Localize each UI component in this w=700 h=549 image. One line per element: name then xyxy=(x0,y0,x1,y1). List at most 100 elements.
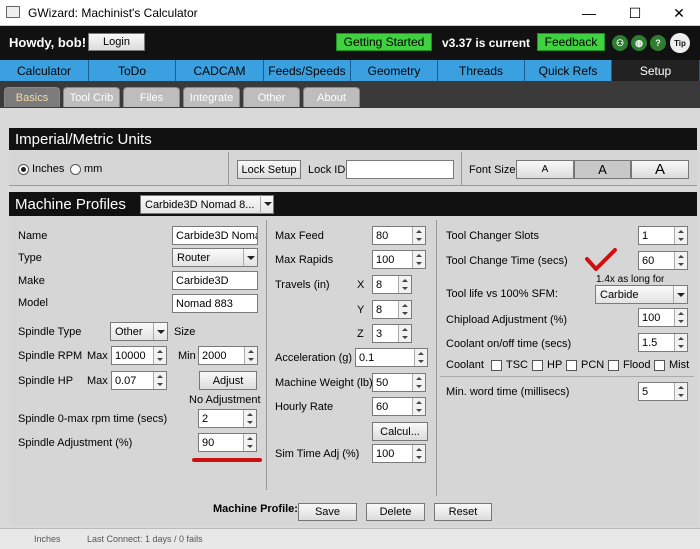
header-bar: Howdy, bob! Login Getting Started v3.37 … xyxy=(0,26,700,60)
tab-setup[interactable]: Setup xyxy=(612,60,700,81)
lock-id-input[interactable] xyxy=(346,160,454,179)
font-large-button[interactable]: A xyxy=(631,160,689,179)
subtab-basics[interactable]: Basics xyxy=(4,87,60,107)
hourly-rate-input[interactable]: 60 xyxy=(372,397,426,416)
spinner-arrows-icon[interactable] xyxy=(243,434,256,451)
make-input[interactable]: Carbide3D xyxy=(172,271,258,290)
name-label: Name xyxy=(18,230,48,242)
title-bar: GWizard: Machinist's Calculator — ☐ ✕ xyxy=(0,0,700,26)
chipload-input[interactable]: 100 xyxy=(638,308,688,327)
login-button[interactable]: Login xyxy=(88,33,145,51)
spindle-type-select[interactable]: Other xyxy=(110,322,168,341)
subtab-other[interactable]: Other xyxy=(243,87,300,107)
inches-label: Inches xyxy=(32,163,65,175)
spinner-arrows-icon[interactable] xyxy=(243,410,256,427)
tab-geometry[interactable]: Geometry xyxy=(351,60,438,81)
travel-y-input[interactable]: 8 xyxy=(372,300,412,319)
coolant-flood-checkbox[interactable] xyxy=(608,360,619,371)
type-select[interactable]: Router xyxy=(172,248,258,267)
globe-icon[interactable]: ◍ xyxy=(631,35,647,51)
spindle-adj-input[interactable]: 90 xyxy=(198,433,257,452)
mm-radio[interactable] xyxy=(70,164,81,175)
model-input[interactable]: Nomad 883 xyxy=(172,294,258,313)
help-icon[interactable]: ? xyxy=(650,35,666,51)
feedback-button[interactable]: Feedback xyxy=(537,33,605,51)
adjust-button[interactable]: Adjust xyxy=(199,371,257,390)
max-rapids-input[interactable]: 100 xyxy=(372,250,426,269)
hp-max-value: 0.07 xyxy=(115,374,137,387)
tab-threads[interactable]: Threads xyxy=(438,60,525,81)
coolant-pcn-label: PCN xyxy=(581,359,605,371)
rpm-min-input[interactable]: 2000 xyxy=(198,346,258,365)
subtab-tool-crib[interactable]: Tool Crib xyxy=(63,87,120,107)
tip-icon[interactable]: Tip xyxy=(670,33,690,53)
spinner-arrows-icon[interactable] xyxy=(674,227,687,244)
coolant-tsc-checkbox[interactable] xyxy=(491,360,502,371)
font-small-button[interactable]: A xyxy=(516,160,574,179)
sim-time-input[interactable]: 100 xyxy=(372,444,426,463)
spinner-arrows-icon[interactable] xyxy=(398,276,411,293)
tab-todo[interactable]: ToDo xyxy=(89,60,176,81)
calculate-button[interactable]: Calcul... xyxy=(372,422,428,441)
machine-weight-value: 50 xyxy=(376,376,389,389)
profile-select[interactable]: Carbide3D Nomad 8... xyxy=(140,195,274,214)
min-word-input[interactable]: 5 xyxy=(638,382,688,401)
spinner-arrows-icon[interactable] xyxy=(412,374,425,391)
rpm-max-input[interactable]: 10000 xyxy=(111,346,167,365)
minimize-button[interactable]: — xyxy=(566,0,612,26)
machine-weight-input[interactable]: 50 xyxy=(372,373,426,392)
subtab-integrate[interactable]: Integrate xyxy=(183,87,240,107)
acceleration-input[interactable]: 0.1 xyxy=(355,348,428,367)
spinner-arrows-icon[interactable] xyxy=(153,372,166,389)
spinner-arrows-icon[interactable] xyxy=(412,398,425,415)
spinner-arrows-icon[interactable] xyxy=(412,445,425,462)
max-feed-input[interactable]: 80 xyxy=(372,226,426,245)
hp-max-input[interactable]: 0.07 xyxy=(111,371,167,390)
subtab-about[interactable]: About xyxy=(303,87,360,107)
hourly-rate-value: 60 xyxy=(376,400,389,413)
getting-started-button[interactable]: Getting Started xyxy=(336,33,432,51)
spinner-arrows-icon[interactable] xyxy=(674,383,687,400)
save-button[interactable]: Save xyxy=(298,503,357,521)
tab-quick-refs[interactable]: Quick Refs xyxy=(525,60,612,81)
rpm-min-label: Min xyxy=(178,350,196,362)
spinner-arrows-icon[interactable] xyxy=(412,227,425,244)
lock-setup-button[interactable]: Lock Setup xyxy=(237,160,301,179)
spinner-arrows-icon[interactable] xyxy=(398,301,411,318)
travel-z-input[interactable]: 3 xyxy=(372,324,412,343)
chipload-label: Chipload Adjustment (%) xyxy=(446,314,568,326)
status-bar: Inches Last Connect: 1 days / 0 fails xyxy=(0,528,700,549)
spindle-time-input[interactable]: 2 xyxy=(198,409,257,428)
travel-x-input[interactable]: 8 xyxy=(372,275,412,294)
tab-cadcam[interactable]: CADCAM xyxy=(176,60,264,81)
inches-radio[interactable] xyxy=(18,164,29,175)
tab-calculator[interactable]: Calculator xyxy=(0,60,89,81)
coolant-time-input[interactable]: 1.5 xyxy=(638,333,688,352)
coolant-pcn-checkbox[interactable] xyxy=(566,360,577,371)
people-icon[interactable]: ⚇ xyxy=(612,35,628,51)
name-input[interactable]: Carbide3D Noma xyxy=(172,226,258,245)
main-tabs: Calculator ToDo CADCAM Feeds/Speeds Geom… xyxy=(0,60,700,81)
font-medium-button[interactable]: A xyxy=(574,160,631,179)
spinner-arrows-icon[interactable] xyxy=(412,251,425,268)
tab-feeds-speeds[interactable]: Feeds/Speeds xyxy=(264,60,351,81)
close-button[interactable]: ✕ xyxy=(656,0,700,26)
coolant-mist-checkbox[interactable] xyxy=(654,360,665,371)
spinner-arrows-icon[interactable] xyxy=(398,325,411,342)
spinner-arrows-icon[interactable] xyxy=(674,309,687,326)
coolant-flood-label: Flood xyxy=(623,359,651,371)
subtab-files[interactable]: Files xyxy=(123,87,180,107)
coolant-hp-checkbox[interactable] xyxy=(532,360,543,371)
maximize-button[interactable]: ☐ xyxy=(612,0,658,26)
tool-life-select[interactable]: Carbide xyxy=(595,285,688,304)
spinner-arrows-icon[interactable] xyxy=(674,334,687,351)
spinner-arrows-icon[interactable] xyxy=(414,349,427,366)
spinner-arrows-icon[interactable] xyxy=(244,347,257,364)
reset-button[interactable]: Reset xyxy=(434,503,492,521)
spinner-arrows-icon[interactable] xyxy=(674,252,687,269)
tc-slots-input[interactable]: 1 xyxy=(638,226,688,245)
spinner-arrows-icon[interactable] xyxy=(153,347,166,364)
delete-button[interactable]: Delete xyxy=(366,503,425,521)
tc-time-input[interactable]: 60 xyxy=(638,251,688,270)
red-annotation-underline xyxy=(192,458,262,462)
